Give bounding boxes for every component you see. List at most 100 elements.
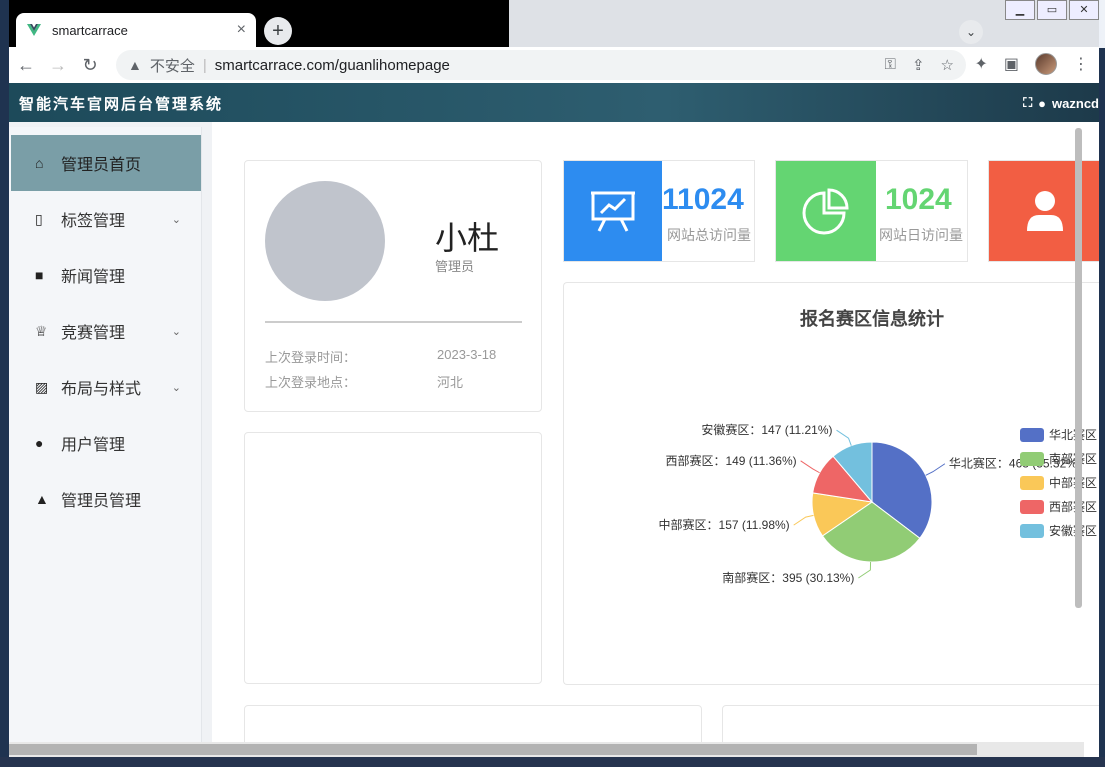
- sidebar-item-label: 标签管理: [61, 213, 126, 230]
- divider: |: [202, 56, 207, 74]
- legend-label[interactable]: 南部赛区: [1049, 451, 1097, 466]
- sidebar-item-label: 新闻管理: [61, 269, 126, 286]
- stat-value: 1024: [885, 183, 952, 216]
- warning-icon: ▲: [128, 57, 142, 73]
- page-content: ⌂ 管理员首页 ▯ 标签管理 ⌄ ■ 新闻管理 ♕ 竞赛管理 ⌄ ▨ 布局与样式 ⌄ ● 用户管理 ▲ 管理员管…: [9, 122, 1099, 757]
- avatar: [265, 181, 385, 301]
- sidebar-item[interactable]: ▯ 标签管理 ⌄: [11, 191, 201, 247]
- stat-card-users: [988, 160, 1099, 262]
- legend-swatch[interactable]: [1020, 500, 1044, 514]
- username[interactable]: wazncd: [1052, 96, 1099, 111]
- chevron-down-icon[interactable]: ⌄: [172, 381, 181, 394]
- desktop-taskbar-edge: [0, 757, 1105, 767]
- sidebar-item[interactable]: ▨ 布局与样式 ⌄: [11, 359, 201, 415]
- fullscreen-icon[interactable]: ⛶: [1023, 95, 1032, 111]
- user-icon: ●: [1038, 95, 1047, 111]
- new-tab-button[interactable]: +: [264, 17, 292, 45]
- user-tie-icon: ▲: [35, 491, 49, 507]
- sidebar-item[interactable]: ▲ 管理员管理: [11, 471, 201, 527]
- sidebar-item-label: 用户管理: [61, 437, 126, 454]
- horizontal-scrollbar[interactable]: [9, 744, 977, 755]
- slice-label: 南部赛区：395 (30.13%): [722, 570, 854, 585]
- sidebar-item[interactable]: ■ 新闻管理: [11, 247, 201, 303]
- sidebar-item-label: 管理员首页: [61, 157, 142, 174]
- back-icon[interactable]: ←: [11, 50, 41, 80]
- empty-card: [244, 432, 542, 684]
- divider: [265, 321, 522, 323]
- maximize-button[interactable]: ▭: [1037, 0, 1067, 20]
- legend-label[interactable]: 中部赛区: [1049, 475, 1097, 490]
- stat-value: 11024: [662, 183, 744, 216]
- last-login-time: 2023-3-18: [437, 347, 497, 362]
- extensions-icon[interactable]: ✦: [974, 54, 987, 74]
- browser-toolbar: ← → ↻ ▲ 不安全 | smartcarrace.com/guanlihom…: [9, 47, 1099, 83]
- stat-label: 网站总访问量: [667, 227, 751, 243]
- slice-label: 中部赛区：157 (11.98%): [659, 517, 790, 532]
- star-icon[interactable]: ☆: [941, 56, 954, 74]
- browser-window: smartcarrace × + ⌄ ▁ ▭ ✕ ← → ↻ ▲ 不安全 | s…: [9, 0, 1099, 757]
- sidebar-item[interactable]: ⌂ 管理员首页: [11, 135, 201, 191]
- sidebar-item[interactable]: ♕ 竞赛管理 ⌄: [11, 303, 201, 359]
- app-header: 智能汽车官网后台管理系统 ⛶ ● wazncd: [9, 83, 1099, 122]
- sidebar: ⌂ 管理员首页 ▯ 标签管理 ⌄ ■ 新闻管理 ♕ 竞赛管理 ⌄ ▨ 布局与样式 ⌄ ● 用户管理 ▲ 管理员管…: [9, 127, 202, 747]
- user-icon: ●: [35, 435, 44, 451]
- slice-label: 安徽赛区：147 (11.21%): [701, 422, 832, 437]
- stat-card-total-visits: 11024 网站总访问量: [563, 160, 755, 262]
- vertical-scrollbar[interactable]: [1075, 128, 1082, 608]
- chevron-down-icon[interactable]: ⌄: [172, 213, 181, 226]
- legend-swatch[interactable]: [1020, 524, 1044, 538]
- tab-search-icon[interactable]: ⌄: [959, 20, 983, 44]
- legend-label[interactable]: 华北赛区: [1049, 427, 1097, 442]
- chevron-down-icon[interactable]: ⌄: [172, 325, 181, 338]
- url-text: smartcarrace.com/guanlihomepage: [214, 56, 450, 74]
- legend-swatch[interactable]: [1020, 476, 1044, 490]
- share-icon[interactable]: ⇪: [912, 56, 925, 74]
- profile-avatar[interactable]: [1035, 53, 1057, 75]
- app-title: 智能汽车官网后台管理系统: [19, 95, 224, 113]
- sidebar-item-label: 布局与样式: [61, 381, 142, 398]
- sidebar-item-label: 竞赛管理: [61, 325, 126, 342]
- legend-swatch[interactable]: [1020, 428, 1044, 442]
- last-login-time-label: 上次登录时间：: [265, 350, 357, 365]
- sidebar-item-label: 管理员管理: [61, 493, 142, 510]
- pie-chart-icon: [776, 161, 876, 261]
- label-line: [836, 429, 852, 446]
- legend-label[interactable]: 西部赛区: [1049, 499, 1097, 514]
- legend-label[interactable]: 安徽赛区: [1049, 523, 1097, 538]
- menu-icon[interactable]: ⋮: [1073, 54, 1089, 74]
- bookmark-icon: ▯: [35, 210, 43, 227]
- vue-logo-icon: [27, 24, 41, 36]
- forward-icon[interactable]: →: [43, 50, 73, 80]
- sidebar-item[interactable]: ● 用户管理: [11, 415, 201, 471]
- security-label: 不安全: [149, 57, 195, 75]
- address-bar[interactable]: ▲ 不安全 | smartcarrace.com/guanlihomepage …: [116, 50, 966, 80]
- stat-card-daily-visits: 1024 网站日访问量: [775, 160, 968, 262]
- label-line: [858, 561, 872, 579]
- label-line: [925, 463, 946, 476]
- dashboard-main: 小杜 管理员 上次登录时间： 2023-3-18 上次登录地点： 河北 1102…: [212, 122, 1099, 757]
- sidepanel-icon[interactable]: ▣: [1004, 54, 1019, 74]
- browser-tools: ✦ ▣ ⋮: [974, 53, 1089, 75]
- profile-role: 管理员: [435, 259, 475, 274]
- legend-swatch[interactable]: [1020, 452, 1044, 466]
- reload-icon[interactable]: ↻: [75, 50, 105, 80]
- window-controls: ▁ ▭ ✕: [1003, 0, 1099, 20]
- home-icon: ⌂: [35, 155, 44, 171]
- profile-name: 小杜: [435, 220, 500, 256]
- last-login-place: 河北: [437, 375, 464, 390]
- stat-label: 网站日访问量: [879, 227, 963, 243]
- image-icon: ▨: [35, 378, 49, 395]
- slice-label: 西部赛区：149 (11.36%): [665, 453, 796, 468]
- label-line: [793, 514, 814, 526]
- close-window-button[interactable]: ✕: [1069, 0, 1099, 20]
- last-login-place-row: 上次登录地点： 河北: [265, 372, 463, 391]
- key-icon[interactable]: ⚿: [885, 56, 896, 74]
- browser-tab[interactable]: smartcarrace ×: [16, 13, 256, 47]
- tab-strip: smartcarrace × + ⌄ ▁ ▭ ✕: [9, 0, 1099, 47]
- tab-close-icon[interactable]: ×: [237, 21, 246, 39]
- video-camera-icon: ■: [35, 267, 44, 283]
- last-login-time-row: 上次登录时间： 2023-3-18: [265, 347, 496, 366]
- minimize-button[interactable]: ▁: [1005, 0, 1035, 20]
- chart-card: 报名赛区信息统计 华北赛区：463 (35.32%) 南部赛区：395 (30.1…: [563, 282, 1099, 685]
- profile-card: 小杜 管理员 上次登录时间： 2023-3-18 上次登录地点： 河北: [244, 160, 542, 412]
